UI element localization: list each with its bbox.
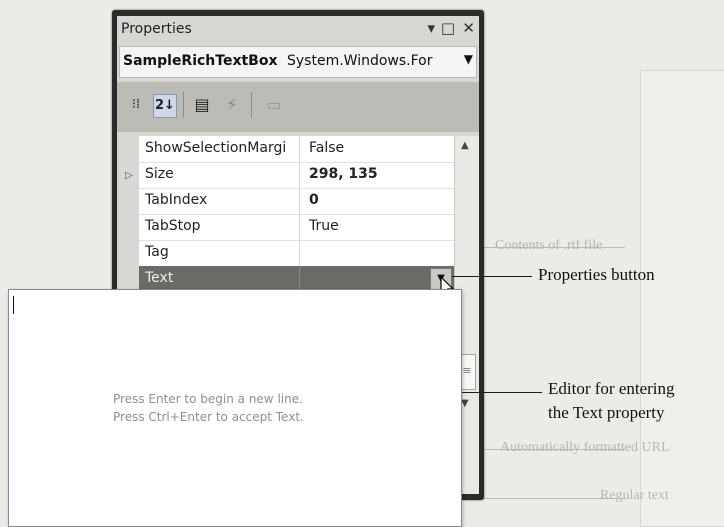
column-divider	[299, 240, 300, 266]
toolbar-separator	[251, 92, 252, 118]
title-bar[interactable]: Properties ▾ □ ✕	[117, 16, 479, 44]
property-name: Text	[145, 270, 174, 286]
scroll-up-icon[interactable]: ▲	[461, 140, 469, 151]
property-value[interactable]: True	[309, 218, 339, 234]
column-divider	[299, 162, 300, 188]
properties-icon[interactable]: ▤	[191, 94, 213, 116]
background-label-regular: Regular text	[600, 488, 669, 503]
property-pages-icon[interactable]: ▭	[263, 94, 285, 116]
property-name: TabStop	[145, 218, 201, 234]
close-icon[interactable]: ✕	[462, 19, 475, 37]
object-name: SampleRichTextBox	[123, 53, 278, 69]
window-title: Properties	[121, 21, 192, 37]
property-name: ShowSelectionMargi	[145, 140, 287, 156]
background-label-url: Automatically formatted URL	[500, 440, 670, 455]
property-name: TabIndex	[145, 192, 208, 208]
alphabetical-icon[interactable]: 2↓	[153, 94, 177, 118]
text-property-editor[interactable]: Press Enter to begin a new line. Press C…	[8, 289, 462, 527]
background-panel	[640, 70, 724, 527]
object-type: System.Windows.For	[287, 53, 433, 69]
property-row-showselectionmargin[interactable]: ShowSelectionMargi False	[139, 136, 455, 163]
scroll-down-icon[interactable]: ▼	[461, 398, 469, 409]
property-value[interactable]: False	[309, 140, 344, 156]
property-value[interactable]: 298, 135	[309, 166, 378, 182]
categorized-icon[interactable]: ⁝⁞	[125, 94, 147, 116]
chevron-down-icon[interactable]: ▼	[464, 52, 473, 66]
column-divider	[299, 136, 300, 162]
property-row-tabindex[interactable]: TabIndex 0	[139, 188, 455, 215]
column-divider	[299, 188, 300, 214]
column-divider	[299, 214, 300, 240]
callout-line-editor	[462, 392, 542, 393]
callout-properties-button: Properties button	[538, 265, 655, 284]
window-options-dropdown-icon[interactable]: ▾	[427, 19, 435, 37]
object-selector[interactable]: SampleRichTextBox System.Windows.For ▼	[119, 46, 477, 78]
property-name: Size	[145, 166, 174, 182]
events-icon[interactable]: ⚡	[221, 94, 243, 116]
property-value[interactable]: 0	[309, 192, 319, 208]
properties-toolbar: ⁝⁞ 2↓ ▤ ⚡ ▭	[117, 82, 479, 132]
text-caret	[13, 296, 14, 314]
property-row-tag[interactable]: Tag	[139, 240, 455, 267]
editor-hint-line-2: Press Ctrl+Enter to accept Text.	[113, 410, 304, 424]
expand-arrow-icon[interactable]: ▷	[125, 170, 133, 181]
property-name: Tag	[145, 244, 169, 260]
callout-line-properties-button	[452, 276, 532, 277]
toolbar-separator	[183, 92, 184, 118]
editor-hint-line-1: Press Enter to begin a new line.	[113, 392, 303, 406]
callout-editor-line-1: Editor for entering	[548, 379, 675, 398]
property-row-tabstop[interactable]: TabStop True	[139, 214, 455, 241]
property-row-size[interactable]: ▷ Size 298, 135	[125, 162, 455, 189]
maximize-icon[interactable]: □	[441, 19, 455, 37]
background-label-rtf: Contents of .rtf file	[495, 238, 603, 253]
callout-editor-line-2: the Text property	[548, 403, 665, 422]
